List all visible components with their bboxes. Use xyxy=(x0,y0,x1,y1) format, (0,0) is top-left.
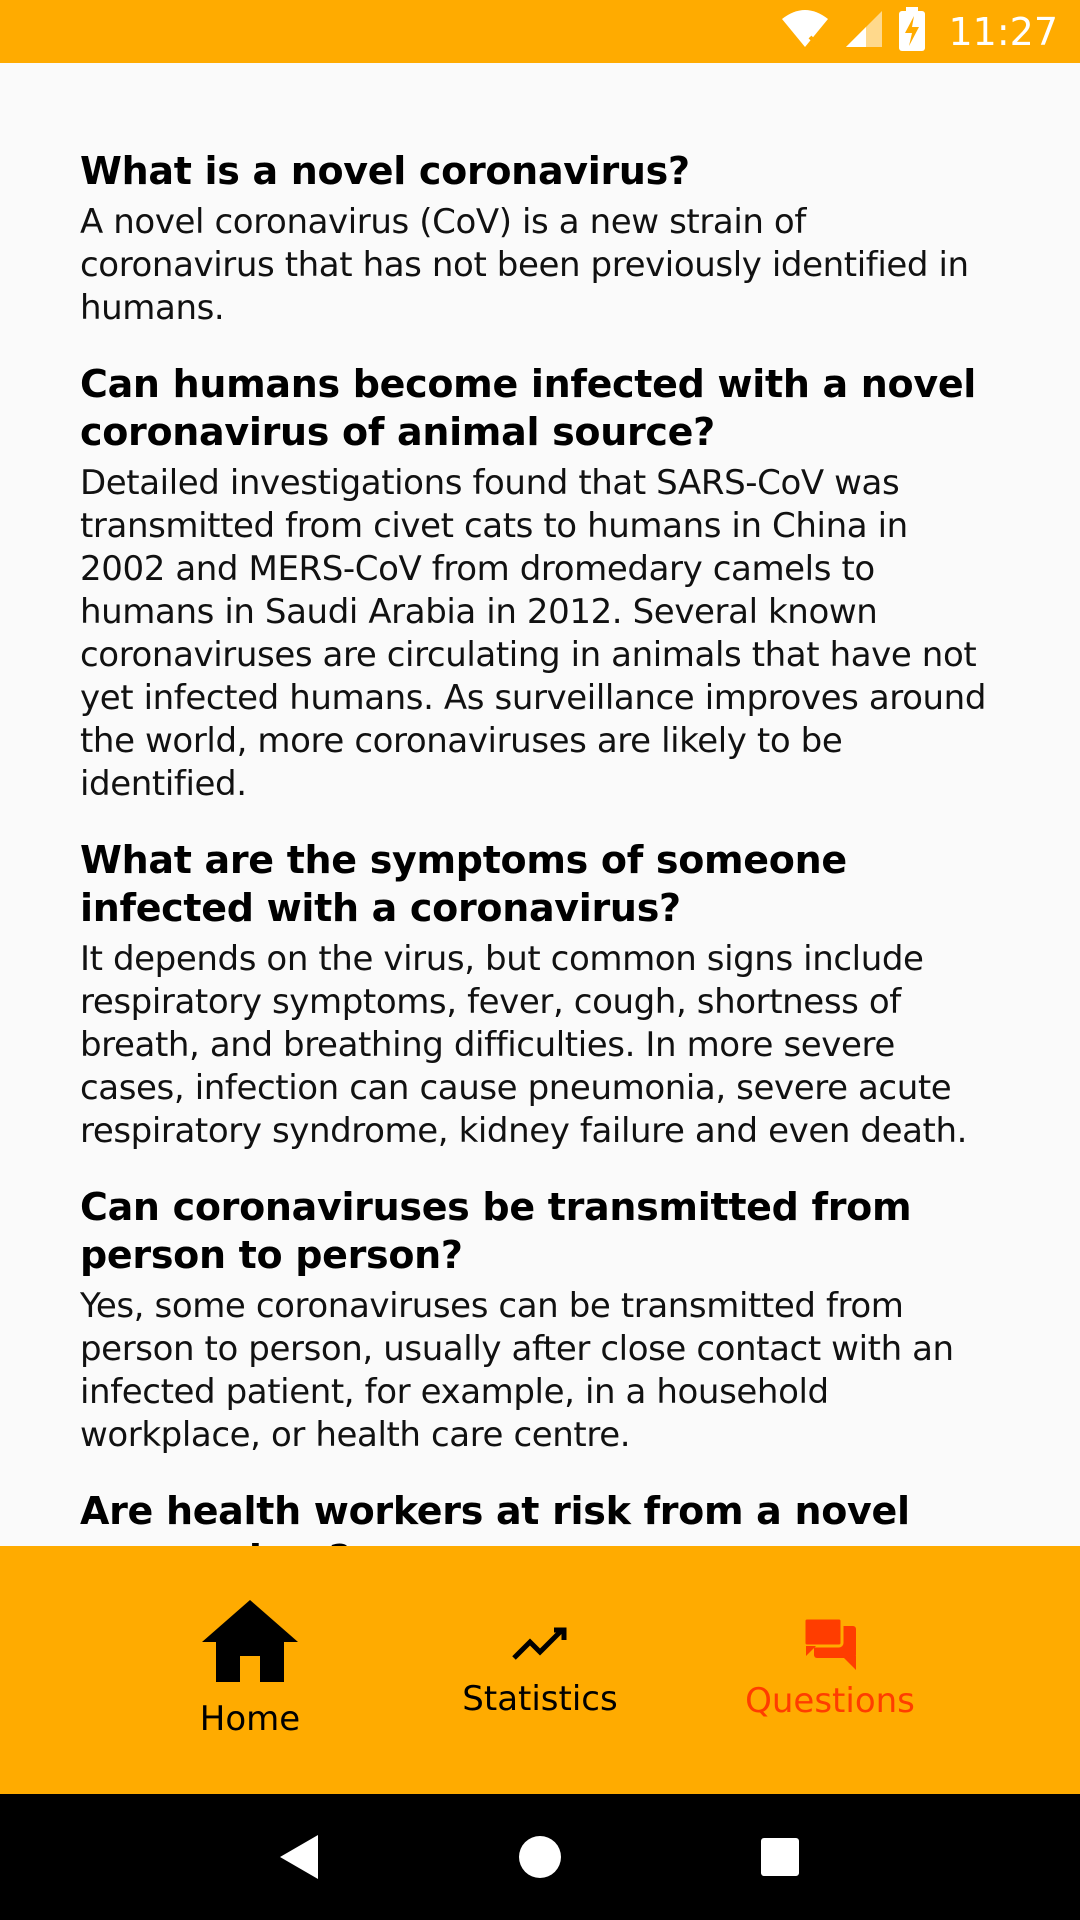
faq-question: Are health workers at risk from a novel … xyxy=(80,1489,910,1546)
faq-answer: Yes, some coronaviruses can be transmitt… xyxy=(80,1286,954,1455)
faq-question: Can coronaviruses be transmitted from pe… xyxy=(80,1185,912,1277)
wifi-icon xyxy=(780,9,830,54)
faq-item: What is a novel coronavirus? A novel cor… xyxy=(80,147,1000,330)
faq-question: What is a novel coronavirus? xyxy=(80,149,690,193)
home-icon xyxy=(200,1598,300,1689)
nav-home-label: Home xyxy=(199,1699,301,1739)
status-time: 11:27 xyxy=(948,9,1058,54)
nav-home[interactable]: Home xyxy=(105,1546,395,1794)
faq-answer: A novel coronavirus (CoV) is a new strai… xyxy=(80,202,969,328)
status-bar: 11:27 xyxy=(0,0,1080,63)
faq-question: Can humans become infected with a novel … xyxy=(80,362,977,454)
back-button[interactable] xyxy=(260,1817,340,1897)
nav-statistics[interactable]: Statistics xyxy=(395,1546,685,1794)
battery-charging-icon xyxy=(898,7,926,56)
faq-item: Can coronaviruses be transmitted from pe… xyxy=(80,1183,1000,1457)
nav-questions[interactable]: Questions xyxy=(685,1546,975,1794)
bottom-navigation: Home Statistics Questions xyxy=(0,1546,1080,1794)
nav-statistics-label: Statistics xyxy=(462,1679,618,1719)
system-navigation-bar xyxy=(0,1794,1080,1920)
trending-line-icon xyxy=(512,1626,568,1667)
faq-scroll-area[interactable]: What is a novel coronavirus? A novel cor… xyxy=(0,63,1080,1546)
faq-answer: Detailed investigations found that SARS-… xyxy=(80,463,987,804)
signal-icon xyxy=(844,9,884,54)
recents-square-icon xyxy=(761,1838,799,1876)
recents-button[interactable] xyxy=(740,1817,820,1897)
back-triangle-icon xyxy=(280,1835,318,1879)
faq-answer: It depends on the virus, but common sign… xyxy=(80,939,968,1151)
status-icons: 11:27 xyxy=(780,7,1058,56)
faq-item: Are health workers at risk from a novel … xyxy=(80,1487,1000,1546)
faq-list: What is a novel coronavirus? A novel cor… xyxy=(0,63,1080,1546)
faq-item: Can humans become infected with a novel … xyxy=(80,360,1000,806)
faq-item: What are the symptoms of someone infecte… xyxy=(80,836,1000,1153)
chat-bubbles-icon xyxy=(802,1616,858,1675)
faq-question: What are the symptoms of someone infecte… xyxy=(80,838,847,930)
nav-questions-label: Questions xyxy=(745,1681,915,1721)
home-circle-icon xyxy=(519,1836,561,1878)
home-system-button[interactable] xyxy=(500,1817,580,1897)
